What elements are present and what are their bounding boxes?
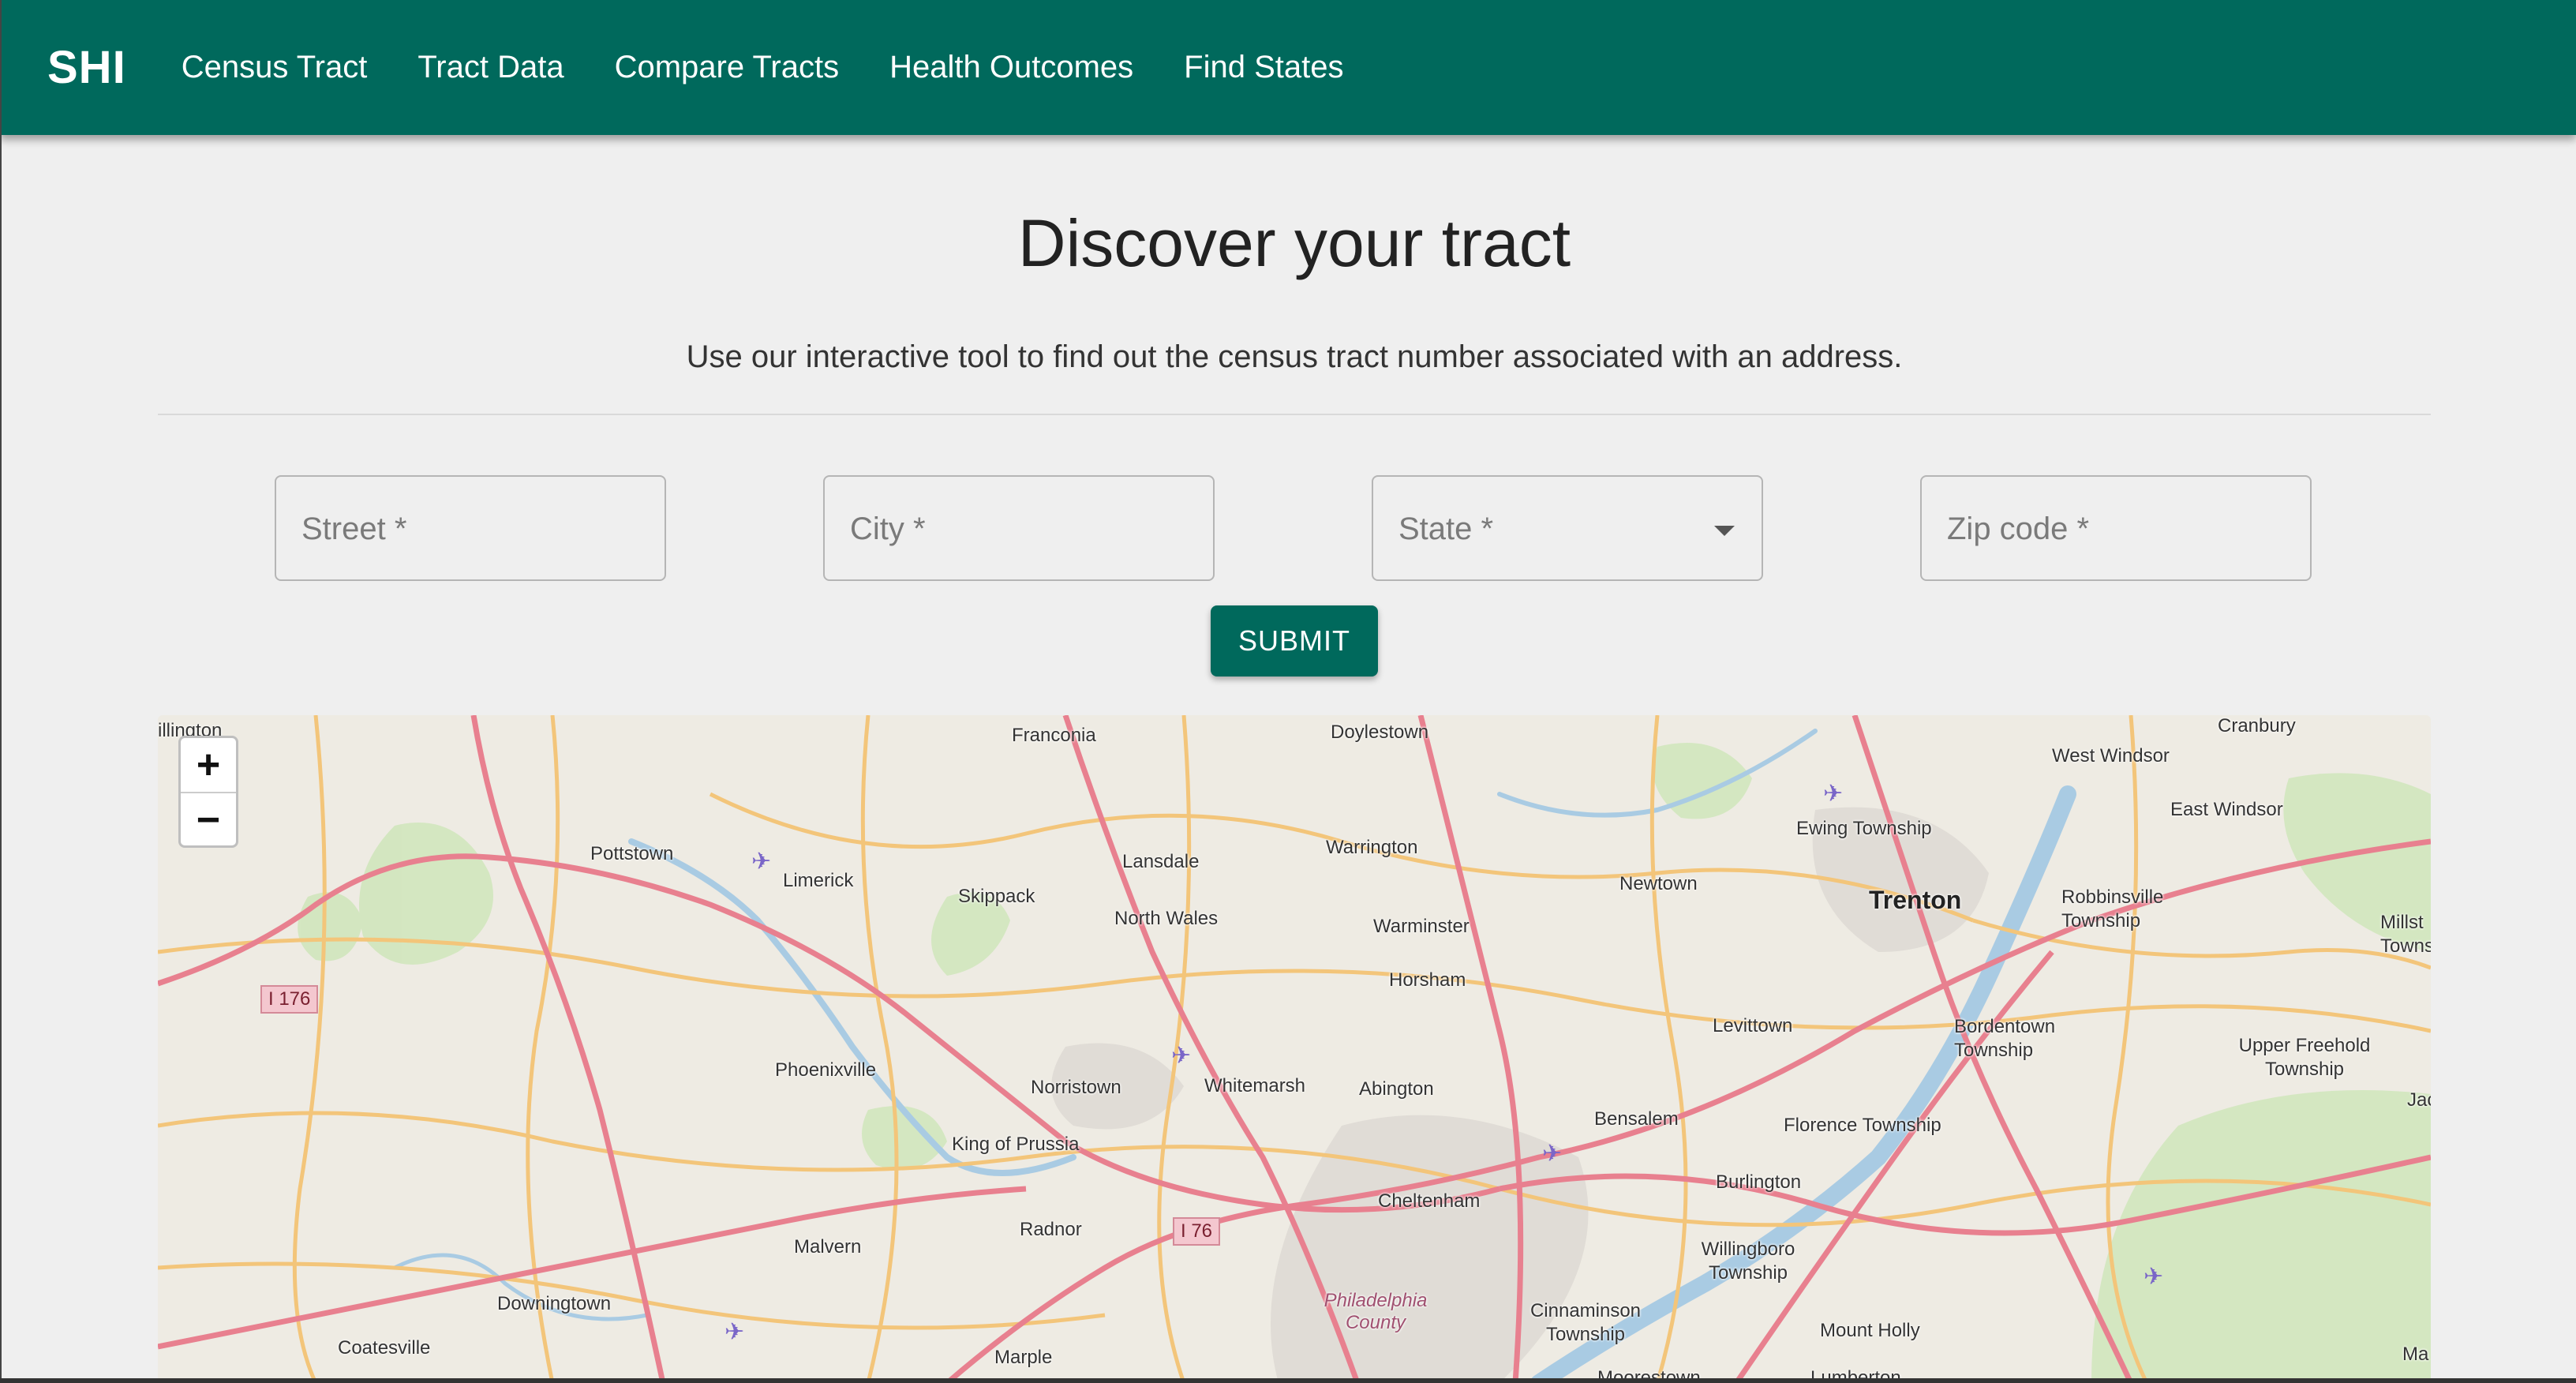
map-label: Phoenixville [775, 1059, 877, 1081]
map-label: Levittown [1713, 1015, 1793, 1036]
top-navbar: SHI Census Tract Tract Data Compare Trac… [0, 0, 2576, 135]
map-label: Pottstown [590, 843, 674, 864]
airport-icon: ✈ [724, 1319, 745, 1345]
highway-shield: I 176 [260, 985, 319, 1014]
map-tiles [158, 715, 2431, 1383]
map-label: Downingtown [497, 1293, 612, 1314]
map-label: Willingboro Township [1701, 1239, 1795, 1284]
map-label: Horsham [1389, 969, 1466, 991]
state-placeholder: State * [1398, 512, 1494, 546]
nav-link-health-outcomes[interactable]: Health Outcomes [889, 50, 1133, 85]
map-label: Bensalem [1594, 1108, 1679, 1130]
map-label: Millst Towns [2380, 912, 2431, 957]
highway-shield: I 76 [1173, 1217, 1221, 1246]
map-label: Franconia [1012, 725, 1096, 746]
map-label: King of Prussia [952, 1134, 1080, 1155]
map-label: Ewing Township [1796, 818, 1932, 839]
airport-icon: ✈ [751, 849, 772, 875]
city-input[interactable]: City * [823, 475, 1215, 581]
map-label: Whitemarsh [1204, 1075, 1306, 1096]
map-label: Ma [2402, 1344, 2429, 1365]
street-input[interactable]: Street * [275, 475, 666, 581]
map-label: Lansdale [1122, 851, 1200, 872]
page-subtitle: Use our interactive tool to find out the… [686, 339, 1903, 374]
airport-icon: ✈ [2144, 1264, 2164, 1290]
zoom-control: + − [178, 736, 238, 848]
nav-link-compare-tracts[interactable]: Compare Tracts [615, 50, 840, 85]
map-label: Radnor [1020, 1219, 1082, 1240]
map-label: Burlington [1716, 1171, 1802, 1193]
airport-icon: ✈ [1823, 781, 1844, 807]
nav-link-tract-data[interactable]: Tract Data [417, 50, 564, 85]
map-label: Skippack [958, 886, 1035, 907]
map-label: North Wales [1114, 908, 1219, 929]
map-label: Norristown [1031, 1077, 1121, 1098]
map-label: Coatesville [338, 1337, 431, 1359]
map-label: Doylestown [1331, 721, 1429, 743]
map-label: Limerick [783, 870, 854, 891]
map-label: Cheltenham [1378, 1190, 1481, 1212]
interactive-map[interactable]: + − illington Franconia Doylestown Cranb… [158, 715, 2431, 1383]
brand-logo[interactable]: SHI [47, 41, 126, 94]
map-label: Robbinsville Township [2061, 886, 2164, 931]
window-frame-bottom [0, 1378, 2576, 1383]
street-placeholder: Street * [301, 512, 407, 546]
map-label: Cranbury [2218, 715, 2296, 736]
map-label: Trenton [1869, 886, 1962, 914]
zoom-out-button[interactable]: − [181, 793, 236, 847]
map-label: Warrington [1326, 837, 1418, 858]
map-label: Cinnaminson Township [1530, 1300, 1642, 1345]
map-label: Abington [1359, 1078, 1434, 1100]
map-label: Florence Township [1784, 1115, 1941, 1136]
map-label: Newtown [1619, 873, 1698, 894]
section-divider [158, 414, 2431, 415]
zip-code-placeholder: Zip code * [1947, 512, 2090, 546]
map-label: Bordentown Township [1954, 1016, 2056, 1061]
map-label: Philadelphia County [1324, 1290, 1428, 1333]
map-label: Upper Freehold Township [2238, 1035, 2371, 1080]
state-select[interactable]: State * [1372, 475, 1763, 581]
airport-icon: ✈ [1542, 1141, 1563, 1167]
map-label: Malvern [794, 1236, 862, 1257]
submit-button[interactable]: SUBMIT [1211, 605, 1378, 677]
zip-code-input[interactable]: Zip code * [1920, 475, 2312, 581]
zoom-in-button[interactable]: + [181, 738, 236, 793]
window-frame-left [0, 0, 2, 1383]
map-label: West Windsor [2052, 745, 2170, 766]
map-label: Warminster [1373, 916, 1470, 937]
airport-icon: ✈ [1171, 1043, 1192, 1069]
map-label: Mount Holly [1820, 1320, 1920, 1341]
city-placeholder: City * [850, 512, 926, 546]
nav-link-census-tract[interactable]: Census Tract [182, 50, 368, 85]
page-title: Discover your tract [1017, 206, 1571, 280]
map-label: East Windsor [2170, 799, 2283, 820]
map-label: Jac [2407, 1089, 2431, 1111]
chevron-down-icon [1714, 526, 1735, 536]
map-label: Marple [994, 1347, 1053, 1368]
nav-link-find-states[interactable]: Find States [1184, 50, 1343, 85]
